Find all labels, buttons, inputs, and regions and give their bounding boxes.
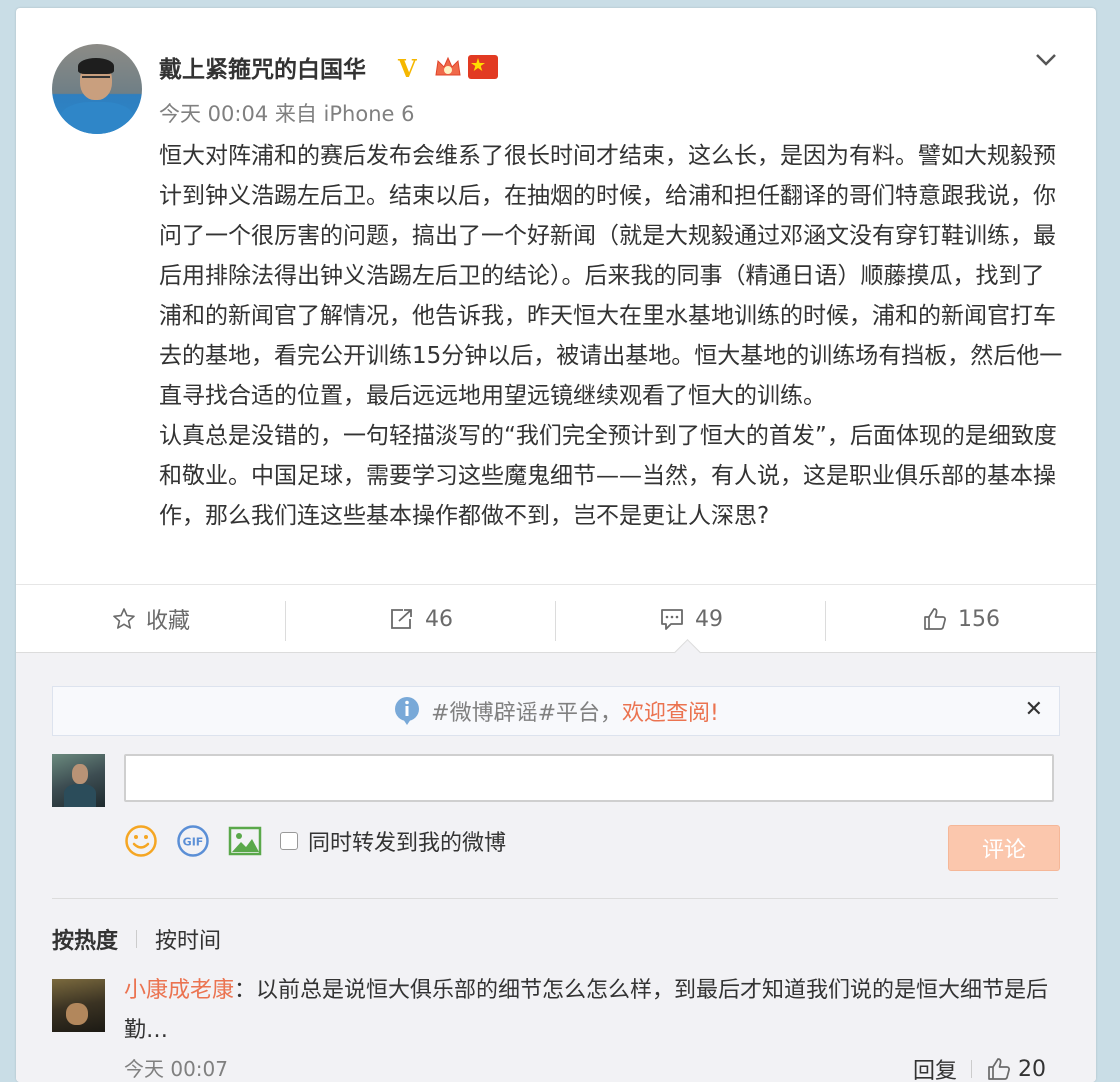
comment-section: #微博辟谣#平台， 欢迎查阅! ✕ GIF 同时转发到我的微博 评论 按热度 按… [16, 639, 1096, 1082]
repost-checkbox[interactable] [280, 832, 298, 850]
composer-tools: GIF 同时转发到我的微博 [124, 821, 506, 861]
gif-icon[interactable]: GIF [176, 824, 210, 858]
vip-crown-icon[interactable] [434, 55, 462, 79]
post-action-bar: 收藏 46 49 156 [16, 584, 1096, 653]
emoji-icon[interactable] [124, 824, 158, 858]
favorite-label: 收藏 [145, 609, 190, 634]
post-paragraph: 认真总是没错的，一句轻描淡写的“我们完全预计到了恒大的首发”，后面体现的是细致度… [159, 423, 1057, 529]
divider [52, 898, 1058, 899]
verified-badge[interactable]: V [398, 54, 417, 83]
comment-actions: 回复 20 [913, 1053, 1046, 1082]
my-avatar[interactable] [52, 754, 105, 807]
thumbs-up-icon [922, 607, 948, 631]
author-avatar[interactable] [52, 44, 142, 134]
post-paragraph: 恒大对阵浦和的赛后发布会维系了很长时间才结束，这么长，是因为有料。譬如大规毅预计… [159, 143, 1063, 409]
sort-by-hot[interactable]: 按热度 [52, 923, 118, 955]
reply-button[interactable]: 回复 [913, 1053, 957, 1082]
star-icon [112, 607, 136, 631]
my-avatar-body [64, 784, 96, 807]
favorite-button[interactable]: 收藏 [16, 585, 286, 653]
post-content: 恒大对阵浦和的赛后发布会维系了很长时间才结束，这么长，是因为有料。譬如大规毅预计… [159, 136, 1064, 536]
my-avatar-face [72, 764, 88, 784]
comment-like-count: 20 [1018, 1056, 1047, 1082]
commenter-avatar-figure [66, 1003, 88, 1025]
like-count: 156 [958, 606, 1000, 632]
notice-text: #微博辟谣#平台， [431, 701, 623, 726]
repost-checkbox-wrap[interactable]: 同时转发到我的微博 [280, 825, 506, 857]
china-flag-icon [468, 55, 498, 79]
info-icon [393, 696, 421, 726]
comment-input[interactable] [124, 754, 1054, 802]
comment-sort-tabs: 按热度 按时间 [52, 923, 221, 955]
avatar-hair [78, 58, 114, 74]
submit-comment-button[interactable]: 评论 [948, 825, 1060, 871]
chevron-down-icon[interactable] [1034, 48, 1058, 72]
image-icon[interactable] [228, 826, 262, 856]
rumor-notice-banner: #微博辟谣#平台， 欢迎查阅! ✕ [52, 686, 1060, 736]
repost-button[interactable]: 46 [286, 585, 556, 653]
author-name[interactable]: 戴上紧箍咒的白国华 [159, 50, 366, 84]
svg-text:GIF: GIF [183, 836, 204, 849]
avatar-shirt [60, 102, 134, 134]
share-icon [389, 607, 415, 631]
close-icon[interactable]: ✕ [1025, 697, 1043, 722]
repost-count: 46 [425, 606, 453, 632]
thumbs-up-icon[interactable] [986, 1057, 1012, 1081]
post-time-source: 今天 00:04 来自 iPhone 6 [159, 102, 415, 126]
comment-count: 49 [695, 606, 723, 632]
comment-time: 今天 00:07 [124, 1057, 228, 1081]
commenter-name[interactable]: 小康成老康 [124, 978, 234, 1003]
comment-text: 以前总是说恒大俱乐部的细节怎么怎么样，到最后才知道我们说的是恒大细节是后勤… [124, 978, 1049, 1043]
comment-separator: ： [234, 978, 257, 1003]
sort-divider [136, 930, 138, 948]
notice-link[interactable]: 欢迎查阅! [622, 695, 719, 727]
repost-checkbox-label: 同时转发到我的微博 [308, 831, 507, 856]
reply-divider [971, 1060, 973, 1078]
comment-item: 小康成老康：以前总是说恒大俱乐部的细节怎么怎么样，到最后才知道我们说的是恒大细节… [124, 971, 1064, 1051]
avatar-glasses [82, 76, 110, 84]
comment-icon [659, 607, 685, 631]
sort-by-time[interactable]: 按时间 [155, 923, 221, 955]
weibo-post-card: 戴上紧箍咒的白国华 V 今天 00:04 来自 iPhone 6 恒大对阵浦和的… [16, 8, 1096, 1082]
like-button[interactable]: 156 [826, 585, 1096, 653]
commenter-avatar[interactable] [52, 979, 105, 1032]
